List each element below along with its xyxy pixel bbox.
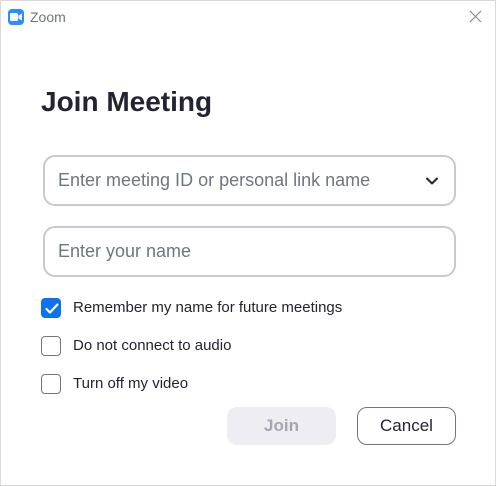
zoom-camera-icon — [8, 9, 24, 25]
no-audio-checkbox[interactable] — [41, 336, 61, 356]
name-input[interactable] — [45, 228, 454, 275]
video-off-option[interactable]: Turn off my video — [41, 373, 188, 395]
remember-name-label: Remember my name for future meetings — [73, 299, 343, 316]
remember-name-option[interactable]: Remember my name for future meetings — [41, 297, 342, 319]
no-audio-label: Do not connect to audio — [73, 337, 232, 354]
no-audio-option[interactable]: Do not connect to audio — [41, 335, 231, 357]
meeting-history-dropdown-button[interactable] — [420, 169, 444, 193]
checkmark-icon — [45, 303, 59, 314]
page-title: Join Meeting — [41, 86, 213, 117]
meeting-id-field[interactable] — [43, 155, 456, 206]
app-name: Zoom — [30, 9, 66, 25]
name-field[interactable] — [43, 226, 456, 277]
meeting-id-input[interactable] — [45, 157, 454, 204]
remember-name-checkbox[interactable] — [41, 298, 61, 318]
title-bar: Zoom — [1, 1, 495, 33]
chevron-down-icon — [426, 177, 438, 185]
cancel-button[interactable]: Cancel — [357, 407, 456, 445]
close-button[interactable] — [459, 1, 491, 33]
video-off-label: Turn off my video — [73, 375, 189, 392]
join-meeting-window: Zoom Join Meeting Remember my name for f… — [0, 0, 496, 486]
close-icon — [469, 10, 482, 23]
join-button[interactable]: Join — [227, 407, 336, 445]
video-off-checkbox[interactable] — [41, 374, 61, 394]
